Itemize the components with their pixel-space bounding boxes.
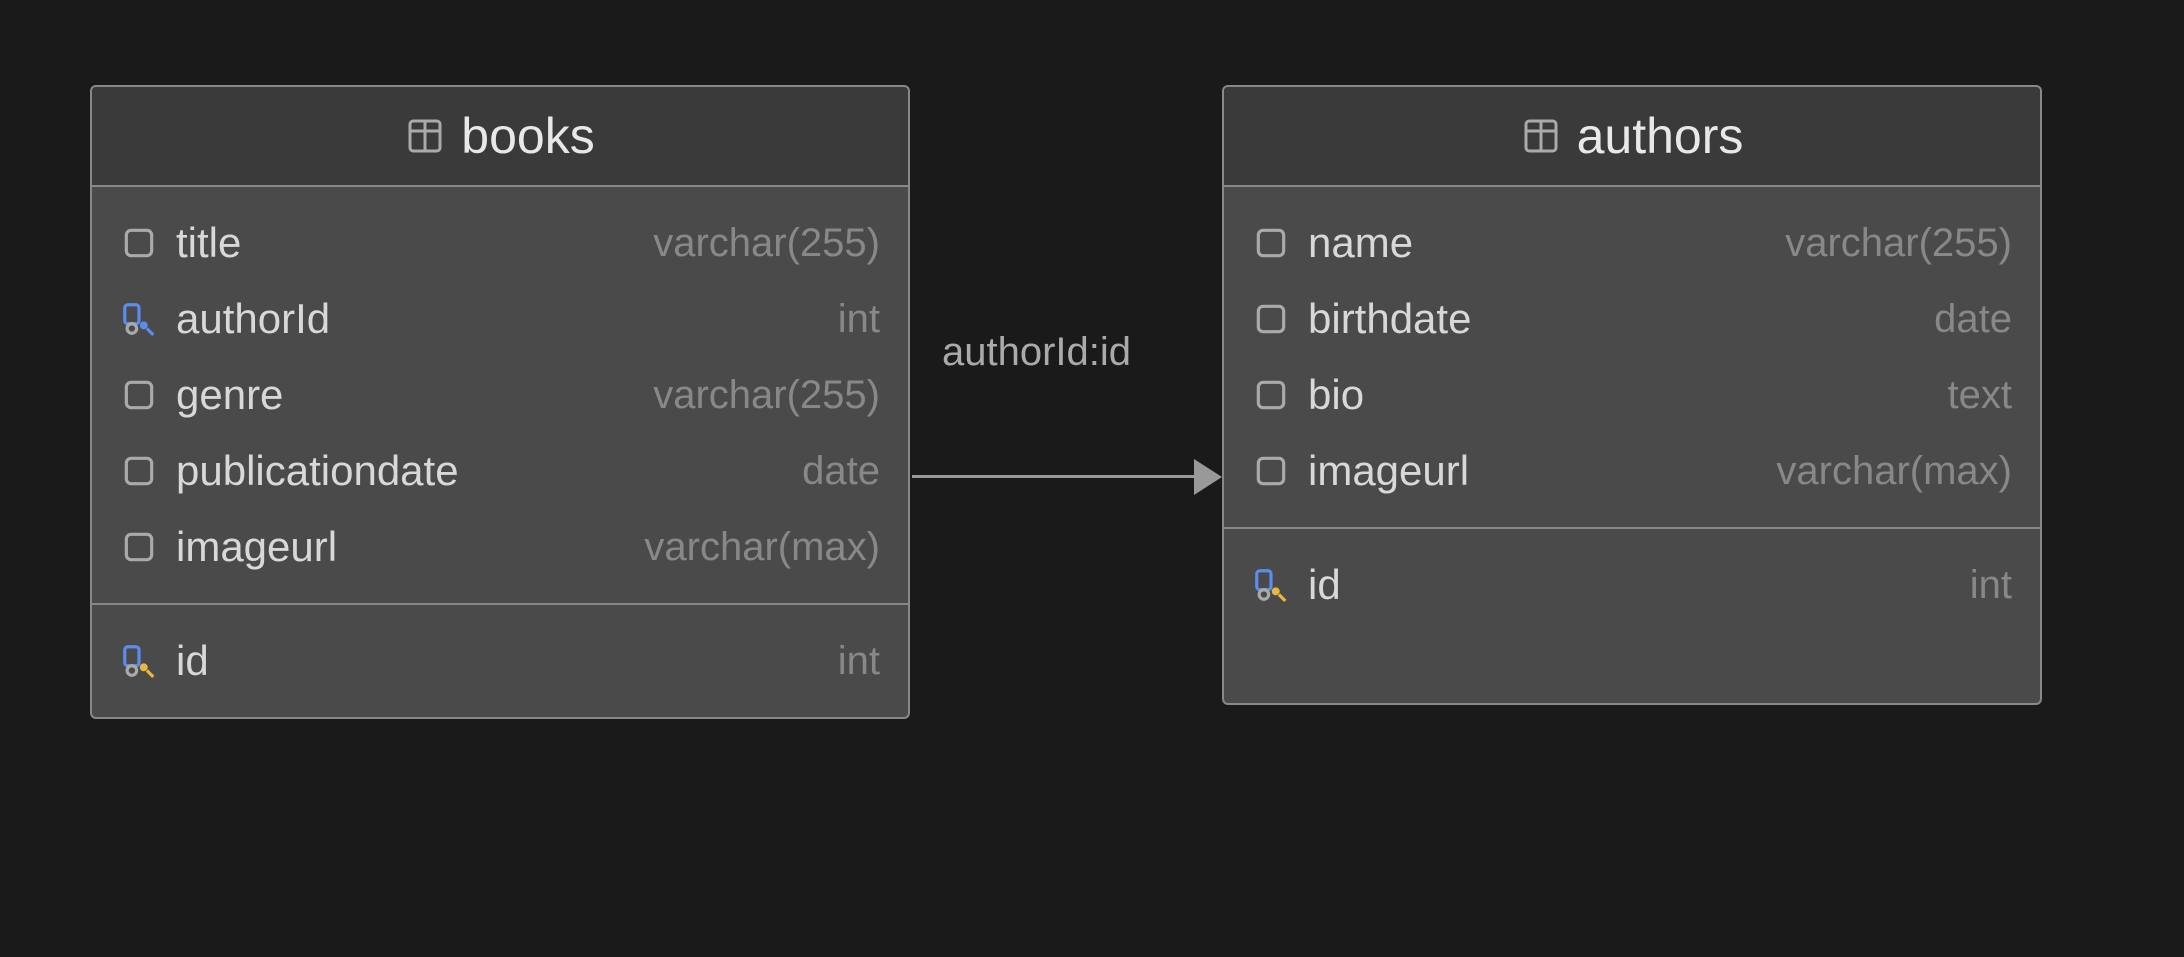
column-icon <box>120 528 158 566</box>
column-type: varchar(max) <box>1764 449 2012 494</box>
table-header-authors: authors <box>1224 87 2040 187</box>
table-header-books: books <box>92 87 908 187</box>
column-row-imageurl[interactable]: imageurl varchar(max) <box>1224 433 2040 509</box>
column-name: bio <box>1308 371 1364 419</box>
column-name: birthdate <box>1308 295 1471 343</box>
column-name: name <box>1308 219 1413 267</box>
columns-section: title varchar(255) authorId int <box>92 187 908 603</box>
column-type: int <box>1958 563 2012 608</box>
column-icon <box>1252 376 1290 414</box>
column-row-publicationdate[interactable]: publicationdate date <box>92 433 908 509</box>
relationship-label: authorId:id <box>942 330 1131 375</box>
primary-key-icon <box>1252 566 1290 604</box>
column-row-birthdate[interactable]: birthdate date <box>1224 281 2040 357</box>
column-row-title[interactable]: title varchar(255) <box>92 205 908 281</box>
table-icon <box>1521 116 1561 156</box>
column-row-bio[interactable]: bio text <box>1224 357 2040 433</box>
column-icon <box>120 452 158 490</box>
column-type: int <box>826 639 880 684</box>
column-name: imageurl <box>176 523 337 571</box>
column-name: genre <box>176 371 283 419</box>
columns-section: name varchar(255) birthdate date bio tex… <box>1224 187 2040 527</box>
column-icon <box>1252 224 1290 262</box>
column-row-id[interactable]: id int <box>1224 547 2040 623</box>
table-authors[interactable]: authors name varchar(255) birthdate date <box>1222 85 2042 705</box>
keys-section: id int <box>92 603 908 717</box>
primary-key-icon <box>120 642 158 680</box>
column-type: date <box>1922 297 2012 342</box>
column-type: varchar(255) <box>641 221 880 266</box>
column-name: title <box>176 219 241 267</box>
column-type: int <box>826 297 880 342</box>
foreign-key-icon <box>120 300 158 338</box>
column-icon <box>1252 452 1290 490</box>
column-row-imageurl[interactable]: imageurl varchar(max) <box>92 509 908 585</box>
relationship-arrow-line <box>912 475 1202 478</box>
keys-section: id int <box>1224 527 2040 703</box>
column-icon <box>120 224 158 262</box>
column-name: id <box>176 637 209 685</box>
column-name: imageurl <box>1308 447 1469 495</box>
table-title: authors <box>1577 107 1744 165</box>
table-title: books <box>461 107 594 165</box>
column-row-authorid[interactable]: authorId int <box>92 281 908 357</box>
table-icon <box>405 116 445 156</box>
column-row-genre[interactable]: genre varchar(255) <box>92 357 908 433</box>
column-row-name[interactable]: name varchar(255) <box>1224 205 2040 281</box>
column-name: id <box>1308 561 1341 609</box>
relationship-arrow-head <box>1194 459 1222 495</box>
column-type: varchar(max) <box>632 525 880 570</box>
column-name: authorId <box>176 295 330 343</box>
column-name: publicationdate <box>176 447 459 495</box>
column-row-id[interactable]: id int <box>92 623 908 699</box>
column-type: date <box>790 449 880 494</box>
column-type: varchar(255) <box>1773 221 2012 266</box>
column-icon <box>120 376 158 414</box>
column-type: varchar(255) <box>641 373 880 418</box>
column-icon <box>1252 300 1290 338</box>
column-type: text <box>1936 373 2012 418</box>
table-books[interactable]: books title varchar(255) <box>90 85 910 719</box>
